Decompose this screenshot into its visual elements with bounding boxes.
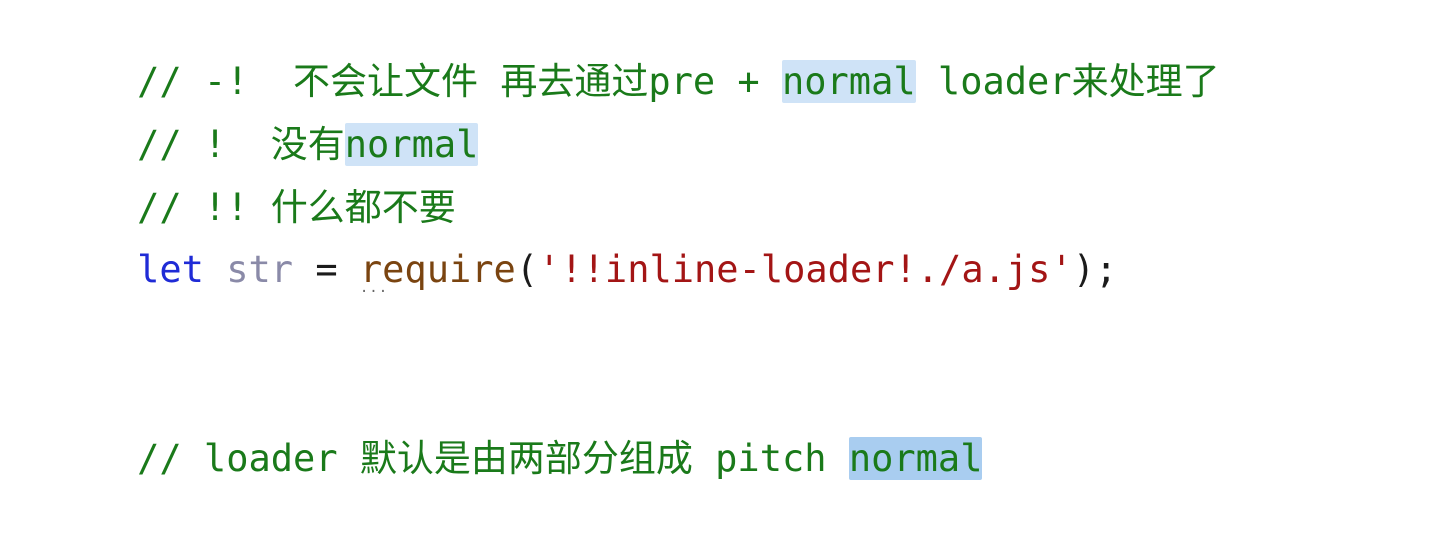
function-require[interactable]: require ··· (360, 248, 516, 299)
keyword-let: let (137, 248, 204, 291)
close-paren-semicolon: ); (1072, 248, 1118, 291)
hint-dots-icon[interactable]: ··· (360, 285, 388, 299)
string-literal: '!!inline-loader!./a.js' (538, 248, 1073, 291)
code-editor[interactable]: // -! 不会让文件 再去通过pre + normal loader来处理了 … (0, 0, 1438, 480)
assignment-operator: = (293, 248, 360, 291)
highlighted-word: normal (781, 60, 916, 103)
code-line-3[interactable]: // !! 什么都不要 (48, 133, 456, 229)
code-line-1[interactable]: // -! 不会让文件 再去通过pre + normal loader来处理了 (48, 7, 1220, 103)
code-line-7[interactable]: // loader 默认是由两部分组成 pitch normal (48, 384, 983, 480)
code-line-2[interactable]: // ! 没有normal (48, 70, 479, 166)
code-line-4[interactable]: let str = require ··· ('!!inline-loader!./… (48, 195, 1117, 299)
comment-text: loader来处理了 (915, 60, 1220, 103)
open-paren: ( (515, 248, 539, 291)
variable-name: str (226, 248, 294, 291)
